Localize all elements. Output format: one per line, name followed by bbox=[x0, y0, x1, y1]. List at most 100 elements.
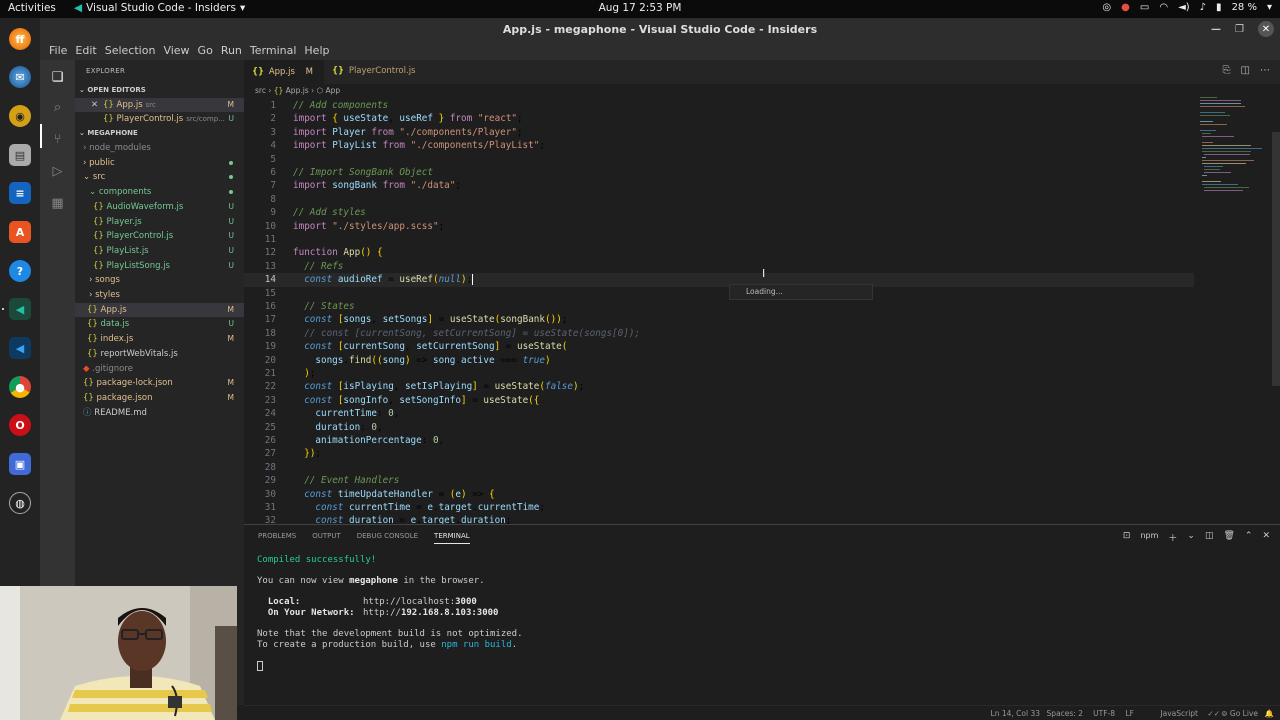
tree-item-file[interactable]: {} reportWebVitals.js bbox=[75, 347, 244, 361]
code-line[interactable]: 24 currentTime: 0, bbox=[244, 407, 1194, 420]
tree-item-public[interactable]: › public bbox=[75, 156, 244, 170]
status-prettier-icon[interactable]: ✓✓ bbox=[1207, 709, 1220, 718]
breadcrumb-file[interactable]: App.js bbox=[286, 86, 309, 95]
vscode-insiders-dock-icon[interactable]: ◀ bbox=[9, 298, 31, 320]
code-line[interactable]: 28 bbox=[244, 461, 1194, 474]
code-line[interactable]: 16 // States bbox=[244, 300, 1194, 313]
vscode-dock-icon[interactable]: ◀ bbox=[9, 337, 31, 359]
status-encoding[interactable]: UTF-8 bbox=[1093, 709, 1115, 718]
source-control-icon[interactable]: ⑂ bbox=[48, 130, 67, 149]
activities-button[interactable]: Activities bbox=[8, 2, 56, 14]
code-line[interactable]: 8 bbox=[244, 193, 1194, 206]
code-line[interactable]: 14 const audioRef = useRef(null); bbox=[244, 273, 1194, 287]
menu-file[interactable]: File bbox=[45, 42, 71, 60]
run-debug-icon[interactable]: ▷ bbox=[48, 162, 67, 181]
obs-icon[interactable]: ◍ bbox=[9, 492, 31, 514]
code-line[interactable]: 6 // Import SongBank Object bbox=[244, 166, 1194, 179]
tab-app-js[interactable]: {} App.js M ✕ bbox=[244, 60, 324, 99]
code-line[interactable]: 15 bbox=[244, 287, 1194, 300]
code-line[interactable]: 17 const [songs, setSongs] = useState(so… bbox=[244, 313, 1194, 326]
code-line[interactable]: 31 const currentTime = e.target.currentT… bbox=[244, 501, 1194, 514]
minimap[interactable] bbox=[1200, 97, 1272, 217]
code-line[interactable]: 25 duration: 0, bbox=[244, 421, 1194, 434]
project-section[interactable]: ⌄ MEGAPHONE bbox=[79, 129, 138, 137]
open-editors-section[interactable]: ⌄ OPEN EDITORS bbox=[79, 86, 146, 94]
open-changes-icon[interactable]: ⎘ bbox=[1223, 65, 1231, 76]
status-language[interactable]: JavaScript bbox=[1160, 709, 1198, 718]
tab-playercontrol-js[interactable]: {} PlayerControl.js U bbox=[324, 60, 434, 98]
code-line[interactable]: 2 import { useState, useRef } from "react… bbox=[244, 112, 1194, 125]
tree-item-file[interactable]: {} package-lock.json M bbox=[75, 376, 244, 390]
open-editor-item[interactable]: ✕ {} App.js src M bbox=[75, 98, 244, 112]
new-terminal-icon[interactable]: ＋ bbox=[1168, 531, 1177, 544]
split-terminal-icon[interactable]: ◫ bbox=[1205, 531, 1214, 544]
code-line[interactable]: 1 // Add components bbox=[244, 99, 1194, 112]
notifications-icon[interactable]: 🔔 bbox=[1265, 709, 1274, 718]
app-menu[interactable]: ◀ Visual Studio Code - Insiders ▾ bbox=[74, 2, 245, 14]
tab-problems[interactable]: PROBLEMS bbox=[258, 532, 296, 544]
code-line[interactable]: 21 ); bbox=[244, 367, 1194, 380]
tree-item-styles[interactable]: › styles bbox=[75, 288, 244, 302]
code-line[interactable]: 12 function App() { bbox=[244, 246, 1194, 259]
status-eol[interactable]: LF bbox=[1126, 709, 1135, 718]
files-icon[interactable]: ▤ bbox=[9, 144, 31, 166]
minimize-button[interactable]: — bbox=[1211, 24, 1221, 35]
search-icon[interactable]: ⌕ bbox=[48, 98, 67, 117]
menu-run[interactable]: Run bbox=[217, 42, 246, 60]
terminal-network-url[interactable]: http://192.168.8.103:3000 bbox=[363, 608, 498, 619]
code-line[interactable]: 29 // Event Handlers bbox=[244, 474, 1194, 487]
tree-item-file[interactable]: {} PlayListSong.js U bbox=[75, 259, 244, 273]
code-line[interactable]: 18 // const [currentSong, setCurrentSong… bbox=[244, 327, 1194, 340]
code-line[interactable]: 11 bbox=[244, 233, 1194, 246]
tree-item-file[interactable]: ⓘ README.md bbox=[75, 406, 244, 420]
menu-view[interactable]: View bbox=[159, 42, 193, 60]
opera-icon[interactable]: O bbox=[9, 414, 31, 436]
breadcrumb-folder[interactable]: src bbox=[255, 86, 266, 95]
terminal-local-url[interactable]: http://localhost:3000 bbox=[363, 597, 477, 608]
software-center-icon[interactable]: A bbox=[9, 221, 31, 243]
tree-item-file[interactable]: {} AudioWaveform.js U bbox=[75, 200, 244, 214]
code-line[interactable]: 30 const timeUpdateHandler = (e) => { bbox=[244, 488, 1194, 501]
tree-item-file[interactable]: {} PlayList.js U bbox=[75, 244, 244, 258]
trash-icon[interactable]: 🗑 bbox=[1223, 531, 1234, 544]
tree-item-file[interactable]: {} App.js M bbox=[75, 303, 244, 317]
tree-item-file[interactable]: {} index.js M bbox=[75, 332, 244, 346]
menu-go[interactable]: Go bbox=[194, 42, 217, 60]
record-indicator-icon[interactable]: ● bbox=[1121, 2, 1130, 13]
more-actions-icon[interactable]: ⋯ bbox=[1260, 65, 1270, 76]
status-go-live[interactable]: ⊚ Go Live bbox=[1221, 709, 1258, 718]
chevron-down-icon[interactable]: ⌄ bbox=[1187, 531, 1195, 544]
code-line[interactable]: 27 }); bbox=[244, 447, 1194, 460]
maximize-panel-icon[interactable]: ⌃ bbox=[1245, 531, 1253, 544]
explorer-files-icon[interactable]: ❏ bbox=[48, 68, 67, 87]
close-panel-icon[interactable]: ✕ bbox=[1262, 531, 1270, 544]
tree-item-file[interactable]: ◆ .gitignore bbox=[75, 362, 244, 376]
thunderbird-icon[interactable]: ✉ bbox=[9, 66, 31, 88]
status-cursor-position[interactable]: Ln 14, Col 33 bbox=[991, 709, 1040, 718]
system-tray[interactable]: ◎ ● ▭ ◠ ◄) ♪ ▮ 28 % ▾ bbox=[1102, 2, 1272, 13]
code-line[interactable]: 26 animationPercentage: 0, bbox=[244, 434, 1194, 447]
tree-item-node-modules[interactable]: › node_modules bbox=[75, 141, 244, 155]
restore-button[interactable]: ❐ bbox=[1235, 24, 1244, 35]
code-line[interactable]: 22 const [isPlaying, setIsPlaying] = use… bbox=[244, 380, 1194, 393]
writer-icon[interactable]: ≡ bbox=[9, 182, 31, 204]
split-editor-icon[interactable]: ◫ bbox=[1241, 65, 1250, 76]
code-line[interactable]: 23 const [songInfo, setSongInfo] = useSt… bbox=[244, 394, 1194, 407]
breadcrumb-symbol[interactable]: App bbox=[325, 86, 340, 95]
menu-help[interactable]: Help bbox=[300, 42, 333, 60]
code-line[interactable]: 5 bbox=[244, 153, 1194, 166]
code-editor[interactable]: 1 // Add components 2 import { useState, us… bbox=[244, 97, 1280, 524]
code-line[interactable]: 7 import songBank from "./data"; bbox=[244, 179, 1194, 192]
system-menu-chevron-icon[interactable]: ▾ bbox=[1267, 2, 1272, 13]
screen-icon[interactable]: ▭ bbox=[1140, 2, 1149, 13]
menu-terminal[interactable]: Terminal bbox=[246, 42, 301, 60]
editor-scrollbar[interactable] bbox=[1272, 132, 1280, 386]
tree-item-file[interactable]: {} PlayerControl.js U bbox=[75, 229, 244, 243]
clock[interactable]: Aug 17 2:53 PM bbox=[599, 2, 682, 14]
code-line[interactable]: 13 // Refs bbox=[244, 260, 1194, 273]
tree-item-file[interactable]: {} package.json M bbox=[75, 391, 244, 405]
tree-item-file[interactable]: {} Player.js U bbox=[75, 215, 244, 229]
firefox-icon[interactable]: ff bbox=[9, 28, 31, 50]
help-icon[interactable]: ? bbox=[9, 260, 31, 282]
tree-item-src[interactable]: ⌄ src bbox=[75, 170, 244, 184]
